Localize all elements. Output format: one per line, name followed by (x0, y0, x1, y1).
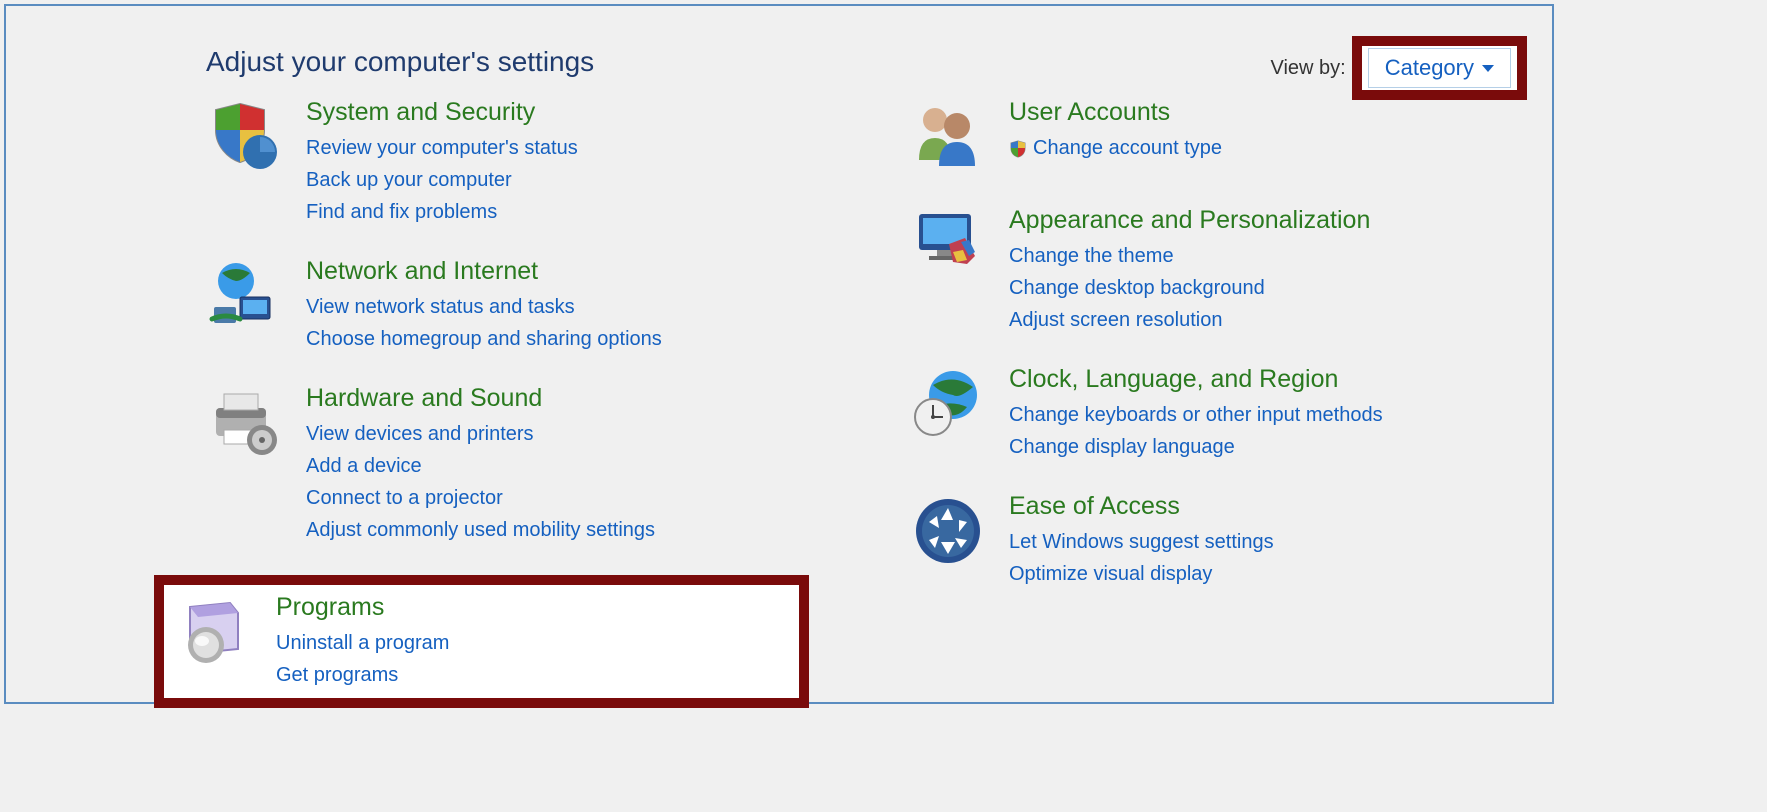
link-change-account-type[interactable]: Change account type (1009, 133, 1222, 163)
control-panel-window: Adjust your computer's settings View by:… (4, 4, 1554, 704)
category-appearance: Appearance and Personalization Change th… (909, 206, 1512, 335)
category-title[interactable]: Programs (276, 593, 449, 622)
category-system-security: System and Security Review your computer… (206, 98, 809, 227)
monitor-paint-icon[interactable] (909, 206, 987, 284)
category-clock-language-region: Clock, Language, and Region Change keybo… (909, 365, 1512, 462)
link-screen-resolution[interactable]: Adjust screen resolution (1009, 305, 1370, 335)
link-review-status[interactable]: Review your computer's status (306, 133, 578, 163)
link-projector[interactable]: Connect to a projector (306, 483, 655, 513)
category-hardware-sound: Hardware and Sound View devices and prin… (206, 384, 809, 545)
link-homegroup[interactable]: Choose homegroup and sharing options (306, 324, 662, 354)
view-by-value: Category (1385, 55, 1474, 81)
category-ease-of-access: Ease of Access Let Windows suggest setti… (909, 492, 1512, 589)
globe-clock-icon[interactable] (909, 365, 987, 443)
link-backup[interactable]: Back up your computer (306, 165, 578, 195)
chevron-down-icon (1482, 65, 1494, 72)
category-title[interactable]: Appearance and Personalization (1009, 206, 1370, 235)
shield-icon[interactable] (206, 98, 284, 176)
ease-of-access-icon[interactable] (909, 492, 987, 570)
category-title[interactable]: Network and Internet (306, 257, 662, 286)
category-title[interactable]: User Accounts (1009, 98, 1222, 127)
link-keyboards[interactable]: Change keyboards or other input methods (1009, 400, 1383, 430)
link-desktop-background[interactable]: Change desktop background (1009, 273, 1370, 303)
link-find-fix[interactable]: Find and fix problems (306, 197, 578, 227)
category-columns: System and Security Review your computer… (6, 88, 1552, 708)
link-network-status[interactable]: View network status and tasks (306, 292, 662, 322)
right-column: User Accounts Change account type (909, 98, 1512, 708)
link-suggest-settings[interactable]: Let Windows suggest settings (1009, 527, 1274, 557)
uac-shield-icon (1009, 140, 1027, 158)
category-title[interactable]: System and Security (306, 98, 578, 127)
view-by-container: View by: Category (1270, 36, 1527, 100)
view-by-dropdown[interactable]: Category (1368, 48, 1511, 88)
category-title[interactable]: Ease of Access (1009, 492, 1274, 521)
category-title[interactable]: Clock, Language, and Region (1009, 365, 1383, 394)
programs-icon[interactable] (176, 593, 254, 671)
view-by-highlight: Category (1352, 36, 1527, 100)
category-programs: Programs Uninstall a program Get program… (154, 575, 809, 708)
link-uninstall[interactable]: Uninstall a program (276, 628, 449, 658)
globe-network-icon[interactable] (206, 257, 284, 335)
link-devices-printers[interactable]: View devices and printers (306, 419, 655, 449)
category-network-internet: Network and Internet View network status… (206, 257, 809, 354)
left-column: System and Security Review your computer… (206, 98, 809, 708)
page-title: Adjust your computer's settings (206, 46, 594, 78)
link-add-device[interactable]: Add a device (306, 451, 655, 481)
category-title[interactable]: Hardware and Sound (306, 384, 655, 413)
view-by-label: View by: (1270, 57, 1345, 80)
link-change-theme[interactable]: Change the theme (1009, 241, 1370, 271)
link-display-language[interactable]: Change display language (1009, 432, 1383, 462)
category-user-accounts: User Accounts Change account type (909, 98, 1512, 176)
link-text: Change account type (1033, 137, 1222, 159)
link-optimize-visual[interactable]: Optimize visual display (1009, 559, 1274, 589)
link-get-programs[interactable]: Get programs (276, 660, 449, 690)
link-mobility[interactable]: Adjust commonly used mobility settings (306, 515, 655, 545)
users-icon[interactable] (909, 98, 987, 176)
printer-icon[interactable] (206, 384, 284, 462)
